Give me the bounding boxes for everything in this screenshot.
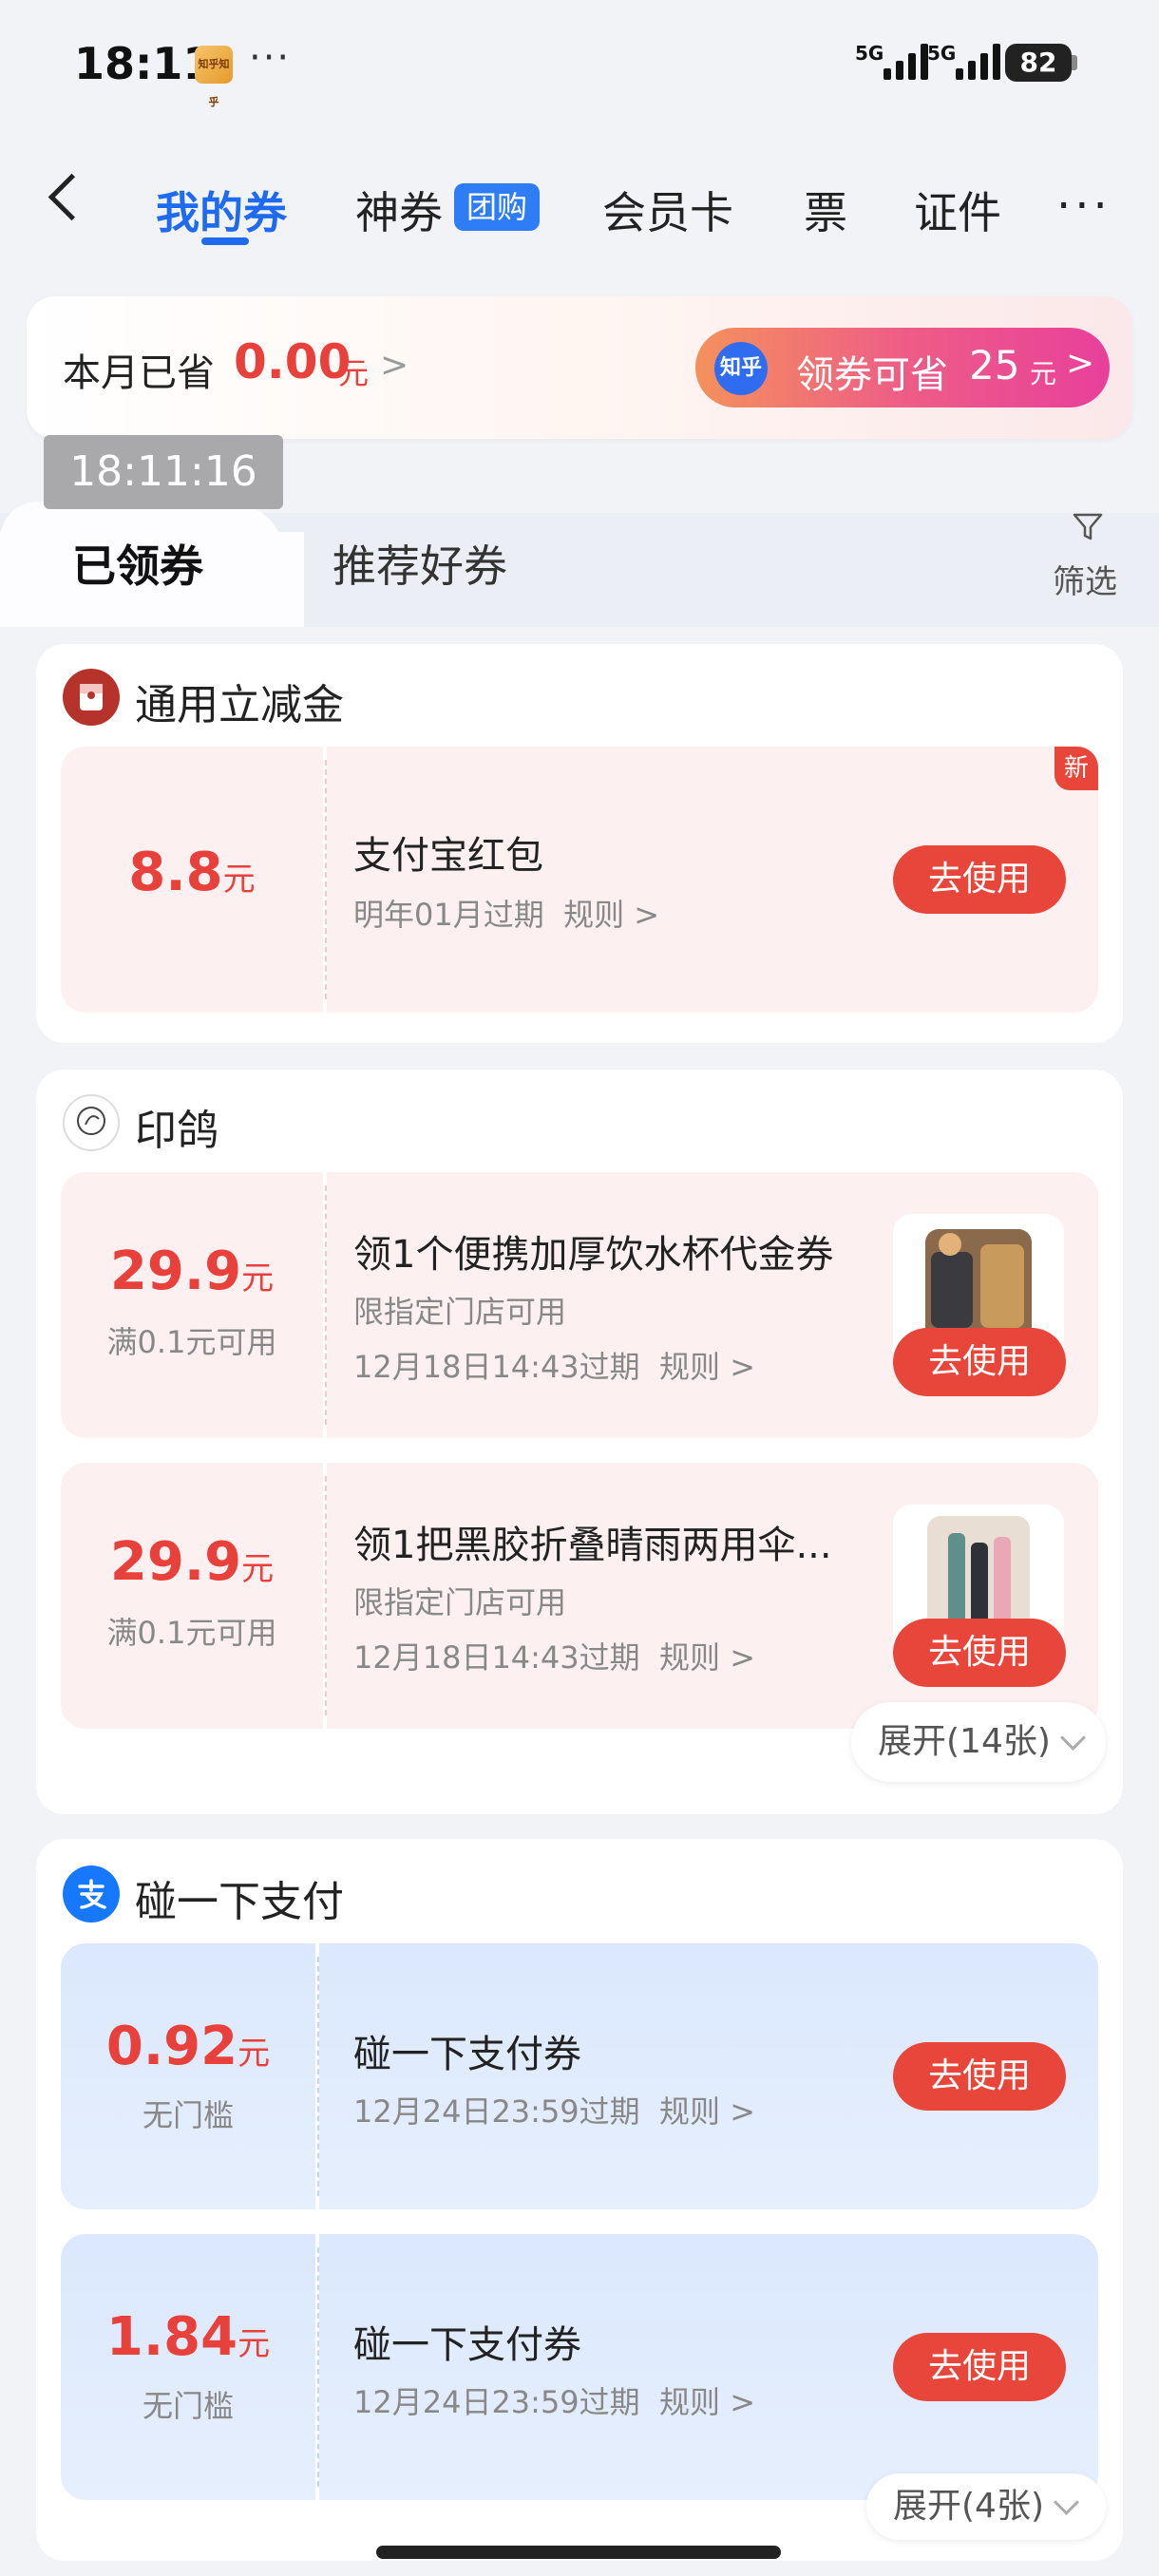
subtab-recommended[interactable]: 推荐好券	[332, 532, 507, 595]
subtab-claimed[interactable]: 已领券	[72, 532, 203, 595]
coupon-divider	[325, 1185, 327, 1425]
screenshot-timestamp: 18:11:16	[44, 435, 283, 509]
filter-icon[interactable]	[1072, 511, 1104, 543]
more-menu-icon[interactable]: ···	[1056, 183, 1112, 229]
coupon-title: 领1把黑胶折叠晴雨两用伞...	[353, 1524, 832, 1567]
tab-membership-cards[interactable]: 会员卡	[602, 179, 733, 241]
rules-link[interactable]: 规则 >	[659, 1639, 755, 1676]
chevron-down-icon	[1059, 1725, 1086, 1751]
coupon-amount: 29.9元	[109, 1241, 275, 1302]
coupon-amount: 0.92元	[105, 2016, 271, 2077]
more-notifications-icon: ···	[249, 36, 292, 80]
battery-icon: 82	[1005, 44, 1072, 82]
coupon-condition: 无门槛	[142, 2388, 234, 2424]
chevron-right-icon[interactable]: >	[380, 346, 408, 385]
coupon-subtitle: 限指定门店可用	[353, 1584, 567, 1620]
claim-amount: 25	[969, 342, 1020, 388]
filter-label[interactable]: 筛选	[1053, 556, 1117, 602]
saved-label: 本月已省	[63, 351, 215, 395]
coupon-amount-panel	[61, 1463, 323, 1729]
chevron-right-icon: >	[1066, 344, 1095, 383]
coupon-title: 碰一下支付券	[353, 2033, 581, 2076]
signal-bars-icon-1	[884, 44, 928, 80]
claim-text: 领券可省	[796, 353, 948, 397]
saved-unit: 元	[338, 355, 370, 391]
claim-unit: 元	[1030, 358, 1057, 389]
coupon-condition: 满0.1元可用	[106, 1615, 277, 1651]
battery-tip	[1072, 55, 1077, 70]
saved-amount[interactable]: 0.00	[234, 334, 351, 389]
coupon-amount: 8.8元	[128, 842, 256, 903]
section-title: 通用立减金	[135, 681, 344, 729]
coupon-title: 碰一下支付券	[353, 2323, 581, 2367]
use-coupon-button[interactable]: 去使用	[893, 2333, 1066, 2401]
yinge-logo-icon	[63, 1094, 120, 1151]
tab-tickets[interactable]: 票	[804, 179, 847, 241]
coupon-expiry: 12月18日14:43过期 规则 >	[353, 1349, 756, 1385]
use-coupon-button[interactable]: 去使用	[893, 2042, 1066, 2111]
coupon-divider	[325, 1476, 327, 1715]
signal-5g-label-2: 5G	[927, 42, 957, 65]
alipay-logo-icon	[63, 1866, 120, 1923]
coupon-expiry: 12月24日23:59过期 规则 >	[353, 2384, 756, 2420]
signal-bars-icon-2	[956, 44, 1000, 80]
home-indicator[interactable]	[376, 2546, 781, 2559]
expand-button[interactable]: 展开(14张)	[851, 1702, 1106, 1782]
section-title: 碰一下支付	[135, 1878, 344, 1926]
rules-link[interactable]: 规则 >	[659, 2384, 755, 2420]
zhihu-logo-icon: 知乎	[714, 342, 768, 395]
signal-5g-label-1: 5G	[855, 42, 884, 65]
status-time: 18:11	[74, 38, 214, 89]
chevron-down-icon	[1054, 2490, 1079, 2515]
rules-link[interactable]: 规则 >	[659, 2093, 755, 2130]
app-notification-icon: 知乎知乎	[195, 46, 233, 108]
tab-my-coupons[interactable]: 我的券	[156, 179, 287, 241]
use-coupon-button[interactable]: 去使用	[893, 1328, 1066, 1396]
coupon-amount: 1.84元	[105, 2306, 271, 2368]
coupon-expiry: 12月24日23:59过期 规则 >	[353, 2093, 756, 2130]
new-badge: 新	[1054, 747, 1098, 790]
coupon-amount: 29.9元	[109, 1531, 275, 1593]
red-envelope-icon	[63, 669, 120, 726]
section-title: 印鸽	[135, 1107, 218, 1155]
rules-link[interactable]: 规则 >	[659, 1349, 755, 1385]
tab-super-coupons[interactable]: 神券	[355, 179, 443, 241]
coupon-condition: 满0.1元可用	[106, 1324, 277, 1360]
rules-link[interactable]: 规则 >	[563, 897, 659, 933]
use-coupon-button[interactable]: 去使用	[893, 845, 1066, 914]
coupon-divider	[325, 760, 327, 999]
coupon-expiry: 明年01月过期 规则 >	[353, 897, 660, 933]
coupon-title: 领1个便携加厚饮水杯代金券	[353, 1233, 834, 1277]
coupon-amount-panel	[61, 1172, 323, 1438]
active-tab-indicator	[201, 237, 249, 245]
back-icon[interactable]	[48, 173, 96, 221]
group-buy-badge: 团购	[454, 183, 540, 231]
expand-button[interactable]: 展开(4张)	[866, 2473, 1106, 2540]
coupon-title: 支付宝红包	[353, 834, 543, 878]
coupon-subtitle: 限指定门店可用	[353, 1294, 567, 1330]
coupon-expiry: 12月18日14:43过期 规则 >	[353, 1639, 756, 1676]
coupon-condition: 无门槛	[142, 2097, 234, 2133]
use-coupon-button[interactable]: 去使用	[893, 1619, 1066, 1687]
tab-documents[interactable]: 证件	[914, 179, 1001, 241]
